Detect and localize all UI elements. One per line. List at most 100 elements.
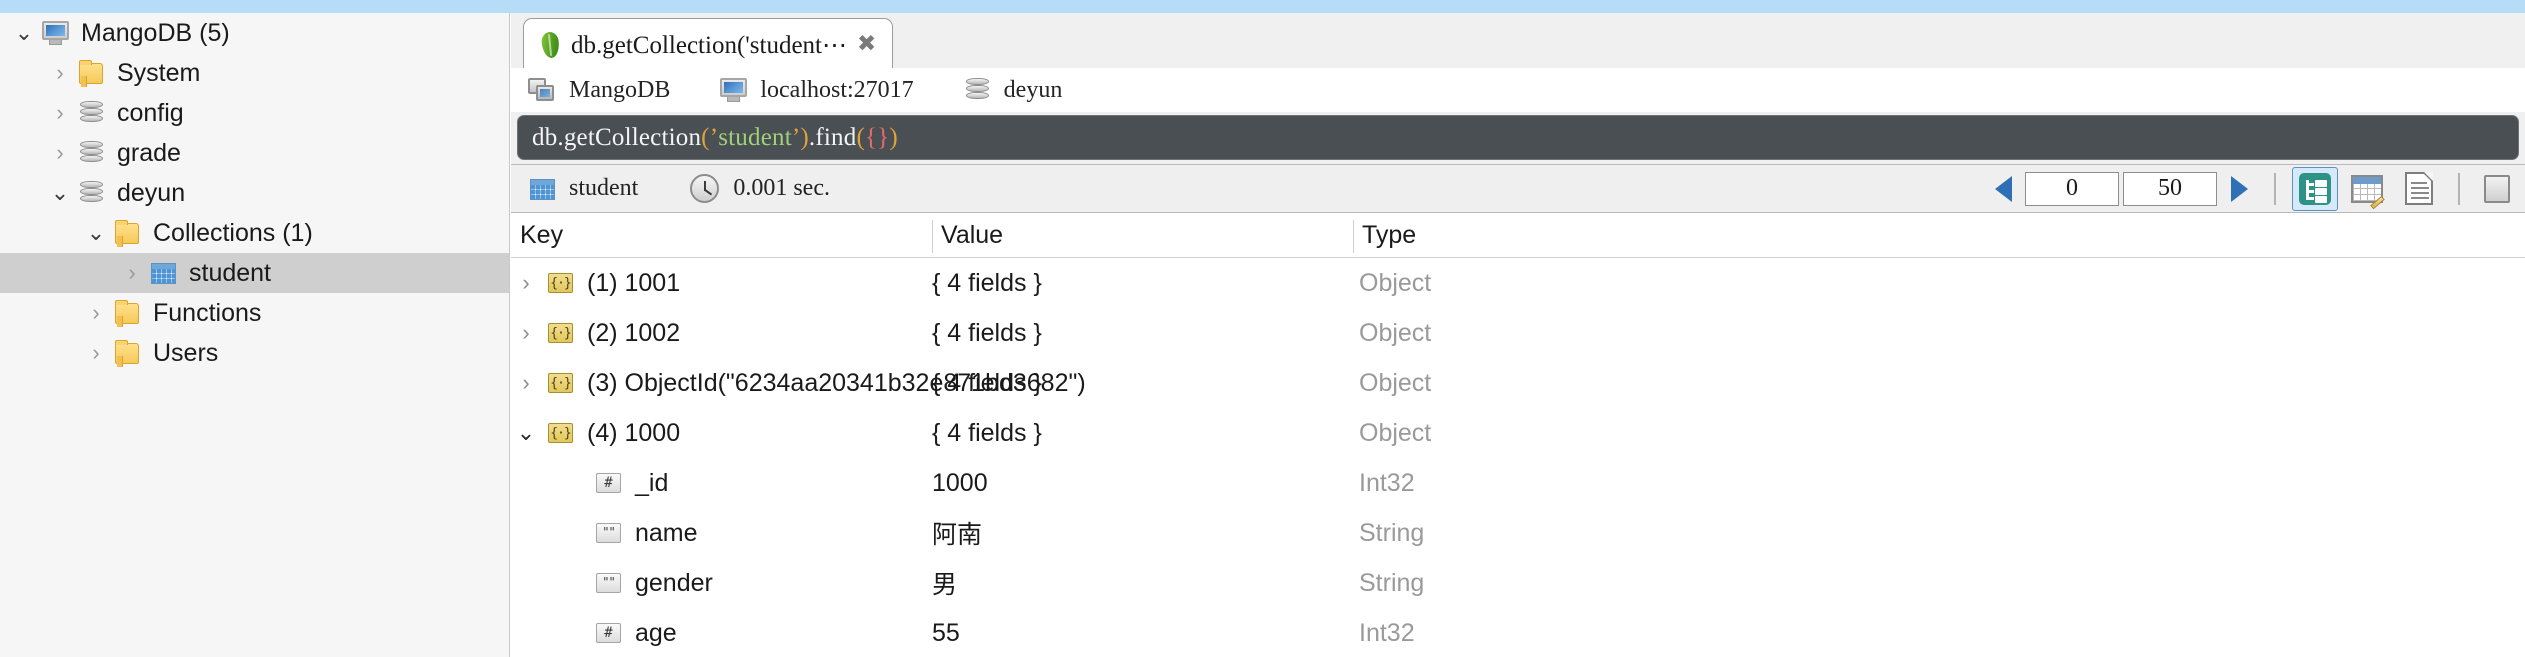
chevron-right-icon[interactable]: › (46, 62, 74, 84)
query-method: .find (808, 123, 857, 151)
row-key-cell[interactable]: # age (511, 608, 677, 657)
row-value-cell[interactable]: 55 (932, 608, 960, 657)
row-type-cell: Object (1359, 408, 1431, 458)
table-view-button[interactable] (2344, 167, 2390, 211)
row-key-cell[interactable]: ⌄ {·} (4) 1000 (511, 408, 680, 458)
tree-view-icon (2299, 172, 2331, 205)
database-icon (74, 179, 108, 207)
sidebar-item-system[interactable]: › System (0, 53, 509, 93)
chevron-down-icon[interactable]: ⌄ (10, 22, 38, 44)
table-row[interactable]: › {·} (3) ObjectId("6234aa20341b32e871bd… (511, 358, 2525, 408)
table-row[interactable]: # _id 1000 Int32 (511, 458, 2525, 508)
sidebar-item-mangodb-5[interactable]: ⌄ MangoDB (5) (0, 13, 509, 53)
row-value-cell[interactable]: 阿南 (932, 508, 982, 558)
connection-server[interactable]: MangoDB (525, 76, 716, 104)
tab-label: db.getCollection('student⋯ (571, 31, 847, 59)
sidebar-item-label: config (117, 98, 184, 127)
row-type-cell: String (1359, 508, 1424, 558)
connection-breadcrumb-bar: MangoDB localhost:27017 deyun (511, 68, 2525, 112)
chevron-right-icon[interactable]: › (46, 142, 74, 164)
collection-icon (146, 259, 180, 287)
row-value-label: { 4 fields } (932, 268, 1042, 297)
table-row[interactable]: › {·} (1) 1001 { 4 fields } Object (511, 258, 2525, 308)
row-key-cell[interactable]: › {·} (1) 1001 (511, 258, 680, 308)
tree-view-button[interactable] (2292, 166, 2338, 211)
row-value-cell[interactable]: { 4 fields } (932, 408, 1042, 458)
next-page-button[interactable] (2217, 166, 2261, 211)
query-elapsed-label: 0.001 sec. (733, 175, 830, 201)
column-header-key[interactable]: Key (511, 213, 931, 258)
chevron-right-icon[interactable]: › (511, 372, 541, 394)
row-type-label: Int32 (1359, 468, 1415, 497)
skip-input[interactable]: 0 (2025, 171, 2119, 206)
column-header-value[interactable]: Value (932, 213, 1352, 258)
sidebar-item-deyun[interactable]: ⌄ deyun (0, 173, 509, 213)
text-view-button[interactable] (2396, 167, 2442, 211)
row-type-cell: Object (1359, 358, 1431, 408)
row-value-label: { 4 fields } (932, 318, 1042, 347)
row-key-cell[interactable]: "" gender (511, 558, 713, 608)
sidebar-item-collections-1[interactable]: ⌄ Collections (1) (0, 213, 509, 253)
row-value-cell[interactable]: 1000 (932, 458, 988, 508)
row-key-cell[interactable]: # _id (511, 458, 668, 508)
copy-view-button[interactable] (2476, 167, 2522, 211)
row-key-cell[interactable]: › {·} (2) 1002 (511, 308, 680, 358)
query-open-paren: ( (701, 123, 710, 151)
sidebar-item-functions[interactable]: › Functions (0, 293, 509, 333)
row-value-label: { 4 fields } (932, 418, 1042, 447)
row-type-label: Object (1359, 318, 1432, 347)
sidebar-item-users[interactable]: › Users (0, 333, 509, 373)
table-row[interactable]: "" name 阿南 String (511, 508, 2525, 558)
connection-database[interactable]: deyun (960, 76, 1109, 104)
row-type-label: Object (1359, 418, 1432, 447)
row-value-label: 阿南 (932, 521, 983, 549)
chevron-right-icon[interactable]: › (118, 262, 146, 284)
connection-database-label: deyun (1003, 76, 1063, 103)
chevron-down-icon[interactable]: ⌄ (82, 222, 110, 244)
sidebar-item-student[interactable]: › student (0, 253, 509, 293)
close-icon[interactable]: ✖ (857, 33, 876, 56)
limit-input[interactable]: 50 (2123, 171, 2217, 206)
row-value-label: 1000 (932, 468, 988, 497)
clipboard-icon (2484, 173, 2514, 205)
query-input[interactable]: db.getCollection(’ student’) .find({}) (517, 115, 2519, 160)
sidebar-item-label: Users (153, 338, 219, 367)
table-row[interactable]: # age 55 Int32 (511, 608, 2525, 657)
sidebar-item-grade[interactable]: › grade (0, 133, 509, 173)
results-grid-header: Key Value Type (511, 213, 2525, 258)
chevron-down-icon[interactable]: ⌄ (46, 182, 74, 204)
sidebar-item-config[interactable]: › config (0, 93, 509, 133)
column-header-type[interactable]: Type (1353, 213, 1753, 258)
row-value-cell[interactable]: { 4 fields } (932, 258, 1042, 308)
chevron-right-icon[interactable]: › (511, 322, 541, 344)
results-toolbar: student 0.001 sec. 0 50 (511, 164, 2525, 213)
row-type-label: String (1359, 568, 1425, 597)
database-tree-sidebar[interactable]: ⌄ MangoDB (5) › System › config › grade … (0, 13, 510, 657)
chevron-right-icon[interactable]: › (46, 102, 74, 124)
sidebar-item-label: grade (117, 138, 181, 167)
chevron-right-icon[interactable]: › (511, 272, 541, 294)
row-key-cell[interactable]: "" name (511, 508, 698, 558)
previous-page-button[interactable] (1981, 166, 2025, 211)
row-type-cell: Object (1359, 308, 1431, 358)
folder-icon (110, 299, 144, 327)
folder-icon (74, 59, 108, 87)
connection-host[interactable]: localhost:27017 (716, 76, 959, 104)
row-value-cell[interactable]: 男 (932, 558, 957, 608)
connection-host-label: localhost:27017 (760, 76, 914, 103)
connection-server-label: MangoDB (569, 76, 671, 103)
tab-query-student[interactable]: db.getCollection('student⋯ ✖ (523, 18, 894, 70)
row-type-cell: Object (1359, 258, 1431, 308)
row-type-cell: String (1359, 558, 1424, 608)
row-value-cell[interactable]: { 4 fields } (932, 308, 1042, 358)
server-icon (525, 76, 559, 104)
table-row[interactable]: "" gender 男 String (511, 558, 2525, 608)
table-row[interactable]: › {·} (2) 1002 { 4 fields } Object (511, 308, 2525, 358)
chevron-down-icon[interactable]: ⌄ (511, 422, 541, 444)
table-edit-icon (2351, 174, 2385, 209)
row-value-cell[interactable]: { 4 fields } (932, 358, 1042, 408)
chevron-right-icon[interactable]: › (82, 302, 110, 324)
row-type-label: Object (1359, 268, 1432, 297)
table-row[interactable]: ⌄ {·} (4) 1000 { 4 fields } Object (511, 408, 2525, 458)
chevron-right-icon[interactable]: › (82, 342, 110, 364)
